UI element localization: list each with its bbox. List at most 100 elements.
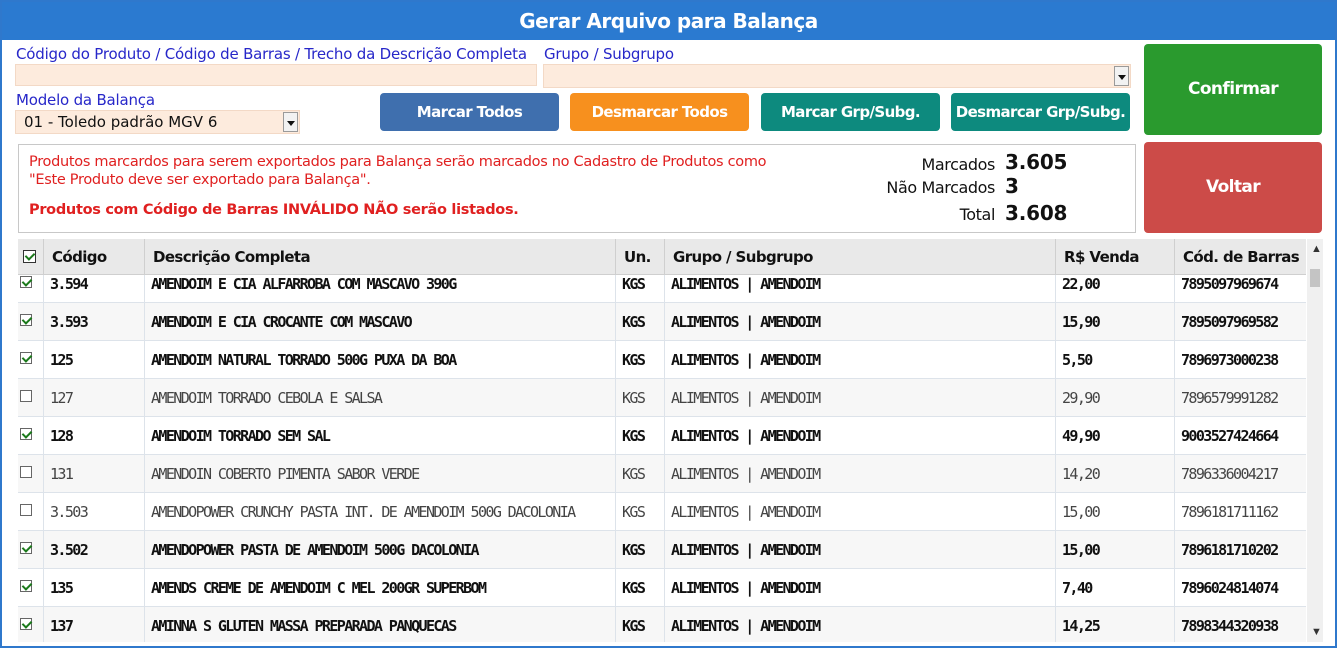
cell-code: 128 <box>43 417 144 455</box>
cell-barcode: 7898344320938 <box>1174 607 1306 642</box>
cell-price: 15,00 <box>1055 493 1174 531</box>
search-label: Código do Produto / Código de Barras / T… <box>16 45 527 63</box>
cell-description: AMENDOPOWER PASTA DE AMENDOIM 500G DACOL… <box>144 531 615 569</box>
cell-price: 5,50 <box>1055 341 1174 379</box>
table-row[interactable]: 125 AMENDOIM NATURAL TORRADO 500G PUXA DA… <box>18 341 1306 379</box>
cell-description: AMENDOIM E CIA CROCANTE COM MASCAVO <box>144 303 615 341</box>
table-row[interactable]: 137 AMINNA S GLUTEN MASSA PREPARADA PANQU… <box>18 607 1306 642</box>
cell-group: ALIMENTOS | AMENDOIM <box>664 531 1055 569</box>
cell-barcode: 7896181710202 <box>1174 531 1306 569</box>
table-row[interactable]: 3.502 AMENDOPOWER PASTA DE AMENDOIM 500G … <box>18 531 1306 569</box>
cell-group: ALIMENTOS | AMENDOIM <box>664 379 1055 417</box>
cell-unit: KGS <box>615 493 664 531</box>
cell-group: ALIMENTOS | AMENDOIM <box>664 417 1055 455</box>
cell-group: ALIMENTOS | AMENDOIM <box>664 493 1055 531</box>
group-label: Grupo / Subgrupo <box>544 45 674 63</box>
cell-unit: KGS <box>615 341 664 379</box>
unmarked-count: 3 <box>1005 174 1019 198</box>
cell-unit: KGS <box>615 607 664 642</box>
cell-price: 14,25 <box>1055 607 1174 642</box>
header-price[interactable]: R$ Venda <box>1055 239 1174 275</box>
table-row[interactable]: 3.503 AMENDOPOWER CRUNCHY PASTA INT. DE A… <box>18 493 1306 531</box>
row-checkbox[interactable] <box>20 504 32 516</box>
cell-price: 49,90 <box>1055 417 1174 455</box>
cell-description: AMENDOIN COBERTO PIMENTA SABOR VERDE <box>144 455 615 493</box>
header-barcode[interactable]: Cód. de Barras <box>1174 239 1306 275</box>
confirm-button[interactable]: Confirmar <box>1144 44 1322 135</box>
scroll-down-icon[interactable]: ▼ <box>1311 626 1322 638</box>
table-row[interactable]: 131 AMENDOIN COBERTO PIMENTA SABOR VERDE K… <box>18 455 1306 493</box>
table-row[interactable]: 128 AMENDOIM TORRADO SEM SAL KGS ALIMENTOS … <box>18 417 1306 455</box>
table-row[interactable]: 127 AMENDOIM TORRADO CEBOLA E SALSA KGS ALI… <box>18 379 1306 417</box>
group-select[interactable] <box>543 64 1131 88</box>
total-label: Total <box>959 205 996 224</box>
cell-code: 3.593 <box>43 303 144 341</box>
row-checkbox[interactable] <box>20 542 32 554</box>
unmark-group-button[interactable]: Desmarcar Grp/Subg. <box>951 93 1130 131</box>
info-line-3: Produtos com Código de Barras INVÁLIDO N… <box>29 202 519 218</box>
cell-description: AMENDOIM NATURAL TORRADO 500G PUXA DA BO… <box>144 341 615 379</box>
scroll-up-icon[interactable]: ▲ <box>1311 243 1322 255</box>
row-checkbox[interactable] <box>20 276 32 288</box>
table-row[interactable]: 135 AMENDS CREME DE AMENDOIM C MEL 200GR … <box>18 569 1306 607</box>
products-grid: Código Descrição Completa Un. Grupo / Su… <box>18 239 1306 642</box>
select-all-checkbox[interactable] <box>23 250 36 263</box>
row-checkbox[interactable] <box>20 314 32 326</box>
cell-code: 125 <box>43 341 144 379</box>
mark-group-button[interactable]: Marcar Grp/Subg. <box>761 93 940 131</box>
table-row[interactable]: 3.593 AMENDOIM E CIA CROCANTE COM MASCAVO… <box>18 303 1306 341</box>
cell-unit: KGS <box>615 417 664 455</box>
cell-price: 29,90 <box>1055 379 1174 417</box>
cell-description: AMENDS CREME DE AMENDOIM C MEL 200GR SUP… <box>144 569 615 607</box>
cell-barcode: 9003527424664 <box>1174 417 1306 455</box>
marked-count: 3.605 <box>1005 150 1068 174</box>
total-count: 3.608 <box>1005 201 1068 225</box>
scroll-thumb[interactable] <box>1310 269 1320 287</box>
vertical-scrollbar[interactable]: ▲ ▼ <box>1307 239 1323 642</box>
cell-unit: KGS <box>615 379 664 417</box>
cell-description: AMENDOPOWER CRUNCHY PASTA INT. DE AMENDO… <box>144 493 615 531</box>
unmarked-label: Não Marcados <box>886 178 995 197</box>
row-checkbox[interactable] <box>20 390 32 402</box>
cell-code: 131 <box>43 455 144 493</box>
header-code[interactable]: Código <box>43 239 144 275</box>
cell-barcode: 7896579991282 <box>1174 379 1306 417</box>
header-checkbox-cell[interactable] <box>18 239 43 275</box>
row-checkbox[interactable] <box>20 618 32 630</box>
info-line-2: "Este Produto deve ser exportado para Ba… <box>29 172 371 188</box>
cell-unit: KGS <box>615 455 664 493</box>
unmark-all-button[interactable]: Desmarcar Todos <box>570 93 749 131</box>
cell-description: AMENDOIM TORRADO CEBOLA E SALSA <box>144 379 615 417</box>
header-description[interactable]: Descrição Completa <box>144 239 615 275</box>
row-checkbox[interactable] <box>20 466 32 478</box>
cell-description: AMINNA S GLUTEN MASSA PREPARADA PANQUECA… <box>144 607 615 642</box>
scale-model-select[interactable]: 01 - Toledo padrão MGV 6 <box>15 110 300 134</box>
cell-barcode: 7896181711162 <box>1174 493 1306 531</box>
window-title: Gerar Arquivo para Balança <box>2 2 1335 40</box>
cell-description: AMENDOIM TORRADO SEM SAL <box>144 417 615 455</box>
chevron-down-icon[interactable] <box>283 112 298 132</box>
cell-barcode: 7896973000238 <box>1174 341 1306 379</box>
cell-price: 7,40 <box>1055 569 1174 607</box>
export-scale-window: Gerar Arquivo para Balança Código do Pro… <box>0 0 1337 648</box>
header-group[interactable]: Grupo / Subgrupo <box>664 239 1055 275</box>
cell-price: 14,20 <box>1055 455 1174 493</box>
cell-group: ALIMENTOS | AMENDOIM <box>664 303 1055 341</box>
cell-unit: KGS <box>615 303 664 341</box>
chevron-down-icon[interactable] <box>1114 66 1129 86</box>
cell-price: 15,90 <box>1055 303 1174 341</box>
cell-code: 127 <box>43 379 144 417</box>
row-checkbox[interactable] <box>20 580 32 592</box>
header-unit[interactable]: Un. <box>615 239 664 275</box>
cell-code: 3.503 <box>43 493 144 531</box>
search-input[interactable] <box>15 64 537 86</box>
mark-all-button[interactable]: Marcar Todos <box>380 93 559 131</box>
row-checkbox[interactable] <box>20 352 32 364</box>
back-button[interactable]: Voltar <box>1144 142 1322 233</box>
info-panel: Produtos marcardos para serem exportados… <box>18 144 1136 233</box>
scale-model-label: Modelo da Balança <box>16 91 155 109</box>
cell-code: 135 <box>43 569 144 607</box>
row-checkbox[interactable] <box>20 428 32 440</box>
cell-group: ALIMENTOS | AMENDOIM <box>664 607 1055 642</box>
cell-unit: KGS <box>615 569 664 607</box>
